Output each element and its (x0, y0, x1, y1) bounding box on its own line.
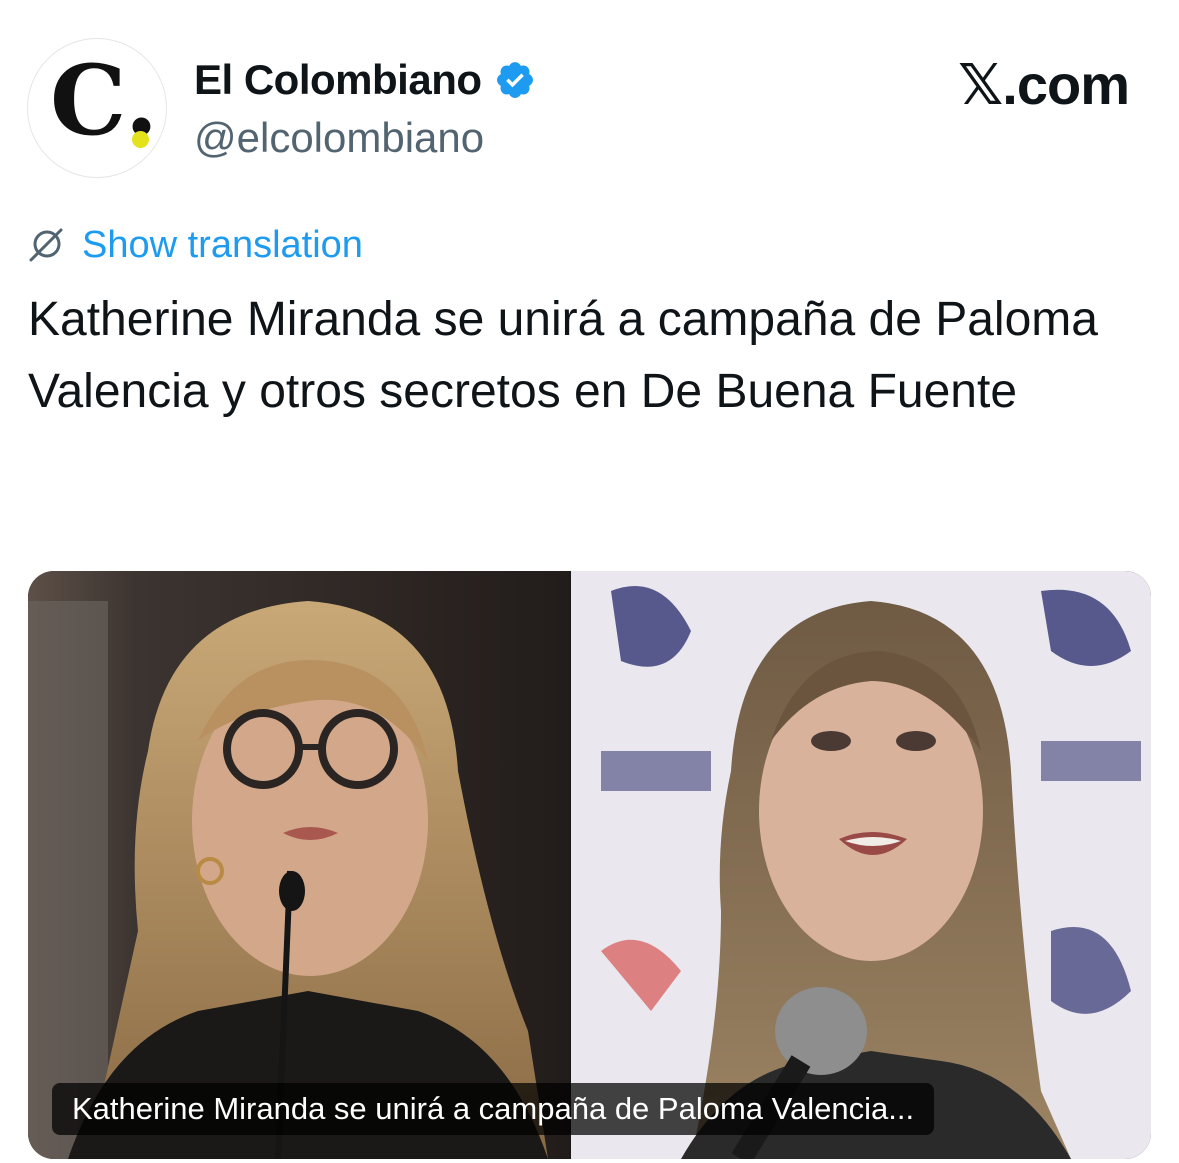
display-name[interactable]: El Colombiano (194, 56, 482, 104)
media-caption: Katherine Miranda se unirá a campaña de … (52, 1083, 935, 1135)
account-handle[interactable]: @elcolombiano (194, 114, 484, 162)
tweet-text: Katherine Miranda se unirá a campaña de … (28, 293, 1098, 418)
show-translation-row[interactable]: Show translation (26, 222, 363, 268)
display-name-row[interactable]: El Colombiano (194, 52, 536, 108)
avatar-logo-dot (132, 131, 149, 148)
show-translation-link[interactable]: Show translation (82, 224, 363, 267)
verified-badge-icon (496, 62, 533, 98)
photo-katherine-miranda[interactable] (28, 571, 569, 1159)
x-com-watermark: 𝕏.com (958, 53, 1130, 116)
media-card[interactable]: Katherine Miranda se unirá a campaña de … (28, 571, 1151, 1159)
photo-paloma-valencia[interactable] (571, 571, 1151, 1159)
account-avatar[interactable]: C. (27, 38, 167, 178)
translate-globe-icon (29, 228, 63, 262)
